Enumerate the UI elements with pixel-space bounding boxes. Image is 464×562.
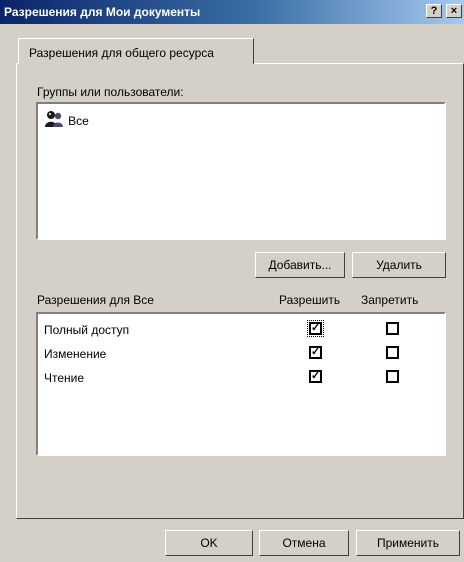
permission-name-modify: Изменение [44,347,107,361]
permission-name-full-control: Полный доступ [44,323,130,337]
remove-button[interactable]: Удалить [352,252,446,278]
allow-column-header: Разрешить [279,293,341,307]
groups-listbox[interactable]: Все [36,102,446,240]
cancel-button[interactable]: Отмена [259,530,349,556]
tab-share-permissions[interactable]: Разрешения для общего ресурса [18,38,254,64]
users-group-icon [44,110,64,131]
deny-checkbox-modify[interactable] [386,346,399,359]
deny-checkbox-read[interactable] [386,370,399,383]
add-button[interactable]: Добавить... [255,252,345,278]
apply-button[interactable]: Применить [356,530,460,556]
allow-checkbox-modify[interactable] [309,345,322,359]
title-bar: Разрешения для Мои документы ? × [0,0,464,24]
close-button[interactable]: × [446,4,462,18]
group-name: Все [68,113,89,128]
list-item[interactable]: Все [44,110,89,128]
groups-label: Группы или пользователи: [37,85,184,99]
deny-checkbox-full-control[interactable] [386,322,399,335]
deny-column-header: Запретить [361,293,419,307]
permissions-label: Разрешения для Все [37,293,154,307]
allow-checkbox-read[interactable] [309,369,322,383]
permission-name-read: Чтение [44,371,85,385]
allow-checkbox-full-control[interactable] [307,320,324,337]
window-title: Разрешения для Мои документы [4,5,201,19]
ok-button[interactable]: OK [165,530,253,556]
help-button[interactable]: ? [426,4,442,18]
